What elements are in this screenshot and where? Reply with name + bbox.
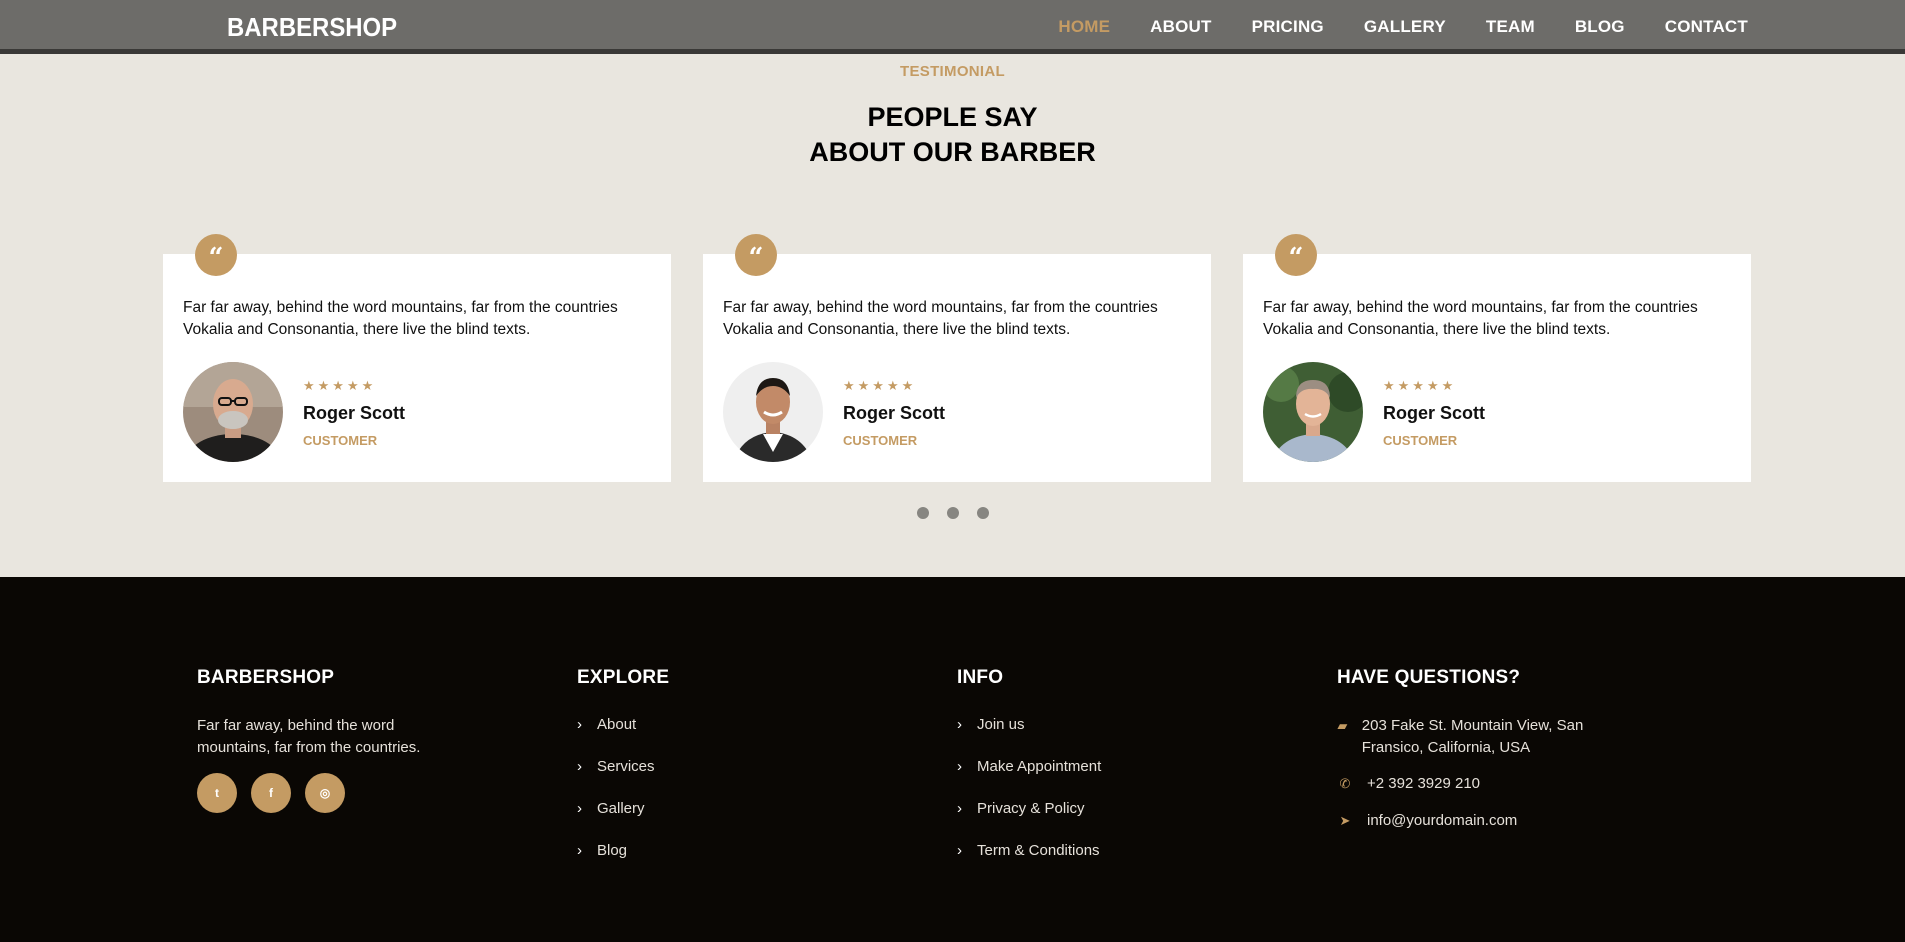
testimonial-card: “ Far far away, behind the word mountain…: [703, 234, 1211, 482]
testimonial-card: “ Far far away, behind the word mountain…: [163, 234, 671, 482]
footer-explore-list: › About › Services › Gallery › Blog: [577, 716, 669, 884]
chevron-right-icon: ›: [577, 716, 582, 733]
carousel-dot-3[interactable]: [976, 507, 989, 519]
footer-questions: HAVE QUESTIONS? ▰ 203 Fake St. Mountain …: [1337, 667, 1627, 832]
avatar-image-gray-haired-man: [1263, 362, 1363, 462]
chevron-right-icon: ›: [957, 716, 962, 733]
social-links: t f ◎: [197, 773, 467, 813]
nav-link-home[interactable]: HOME: [1058, 17, 1110, 37]
footer-link-about[interactable]: › About: [577, 716, 669, 758]
paper-plane-icon: ➤: [1339, 813, 1351, 828]
instagram-icon[interactable]: ◎: [305, 773, 345, 813]
phone-icon: ✆: [1339, 776, 1351, 791]
testimonial-card: “ Far far away, behind the word mountain…: [1243, 234, 1751, 482]
footer-info: INFO › Join us › Make Appointment › Privacy…: [957, 667, 1101, 884]
carousel-dot-1[interactable]: [916, 507, 929, 519]
footer-link-blog[interactable]: › Blog: [577, 842, 669, 884]
testimonial-text: Far far away, behind the word mountains,…: [183, 299, 618, 338]
customer-role: CUSTOMER: [843, 433, 918, 448]
footer-explore-title: EXPLORE: [577, 667, 670, 688]
chevron-right-icon: ›: [577, 842, 582, 859]
section-heading: PEOPLE SAY ABOUT OUR BARBER: [0, 100, 1905, 170]
quote-icon: “: [1275, 234, 1317, 276]
footer-link-gallery[interactable]: › Gallery: [577, 800, 669, 842]
navbar: BARBERSHOP HOME ABOUT PRICING GALLERY TE…: [0, 0, 1905, 54]
star-rating: ★★★★★: [843, 378, 917, 393]
footer-info-list: › Join us › Make Appointment › Privacy & Po…: [957, 716, 1101, 884]
footer-brand: BARBERSHOP: [197, 667, 335, 688]
testimonial-text: Far far away, behind the word mountains,…: [723, 299, 1158, 338]
customer-role: CUSTOMER: [1383, 433, 1458, 448]
customer-name: Roger Scott: [1383, 403, 1486, 423]
nav-link-gallery[interactable]: GALLERY: [1364, 17, 1446, 37]
chevron-right-icon: ›: [957, 842, 962, 859]
footer-info-title: INFO: [957, 667, 1004, 688]
footer: BARBERSHOP Far far away, behind the word…: [0, 577, 1905, 942]
footer-questions-title: HAVE QUESTIONS?: [1337, 667, 1521, 688]
chevron-right-icon: ›: [577, 758, 582, 775]
chevron-right-icon: ›: [957, 758, 962, 775]
footer-link-join-us[interactable]: › Join us: [957, 716, 1101, 758]
carousel-dot-2[interactable]: [946, 507, 959, 519]
avatar-image-smiling-man: [723, 362, 823, 462]
nav-link-blog[interactable]: BLOG: [1575, 17, 1625, 37]
nav-link-team[interactable]: TEAM: [1486, 17, 1535, 37]
contact-phone[interactable]: ✆ +2 392 3929 210: [1337, 773, 1627, 795]
footer-explore: EXPLORE › About › Services › Gallery › Blog: [577, 667, 669, 884]
quote-icon: “: [195, 234, 237, 276]
star-rating: ★★★★★: [303, 378, 377, 393]
facebook-icon[interactable]: f: [251, 773, 291, 813]
footer-link-terms[interactable]: › Term & Conditions: [957, 842, 1101, 884]
heading-line-2: ABOUT OUR BARBER: [809, 137, 1096, 167]
twitter-icon[interactable]: t: [197, 773, 237, 813]
customer-name: Roger Scott: [303, 403, 406, 423]
star-rating: ★★★★★: [1383, 378, 1457, 393]
footer-link-services[interactable]: › Services: [577, 758, 669, 800]
quote-icon: “: [735, 234, 777, 276]
customer-role: CUSTOMER: [303, 433, 378, 448]
footer-about: BARBERSHOP Far far away, behind the word…: [197, 667, 467, 813]
avatar: [183, 362, 283, 462]
footer-about-text: Far far away, behind the word mountains,…: [197, 717, 421, 756]
nav-link-pricing[interactable]: PRICING: [1252, 17, 1324, 37]
avatar: [723, 362, 823, 462]
testimonial-text: Far far away, behind the word mountains,…: [1263, 299, 1698, 338]
map-icon: ▰: [1337, 718, 1348, 733]
heading-line-1: PEOPLE SAY: [867, 102, 1038, 132]
footer-link-privacy-policy[interactable]: › Privacy & Policy: [957, 800, 1101, 842]
avatar: [1263, 362, 1363, 462]
nav-link-contact[interactable]: CONTACT: [1665, 17, 1748, 37]
carousel-dots: [0, 507, 1905, 519]
nav-link-about[interactable]: ABOUT: [1150, 17, 1211, 37]
chevron-right-icon: ›: [957, 800, 962, 817]
contact-address: ▰ 203 Fake St. Mountain View, San Fransi…: [1337, 715, 1627, 759]
section-subheading: TESTIMONIAL: [900, 63, 1005, 80]
nav-links: HOME ABOUT PRICING GALLERY TEAM BLOG CON…: [1058, 17, 1748, 37]
footer-link-make-appointment[interactable]: › Make Appointment: [957, 758, 1101, 800]
chevron-right-icon: ›: [577, 800, 582, 817]
contact-email[interactable]: ➤ info@yourdomain.com: [1337, 810, 1627, 832]
brand-logo[interactable]: BARBERSHOP: [227, 12, 397, 43]
avatar-image-bald-man: [183, 362, 283, 462]
customer-name: Roger Scott: [843, 403, 946, 423]
